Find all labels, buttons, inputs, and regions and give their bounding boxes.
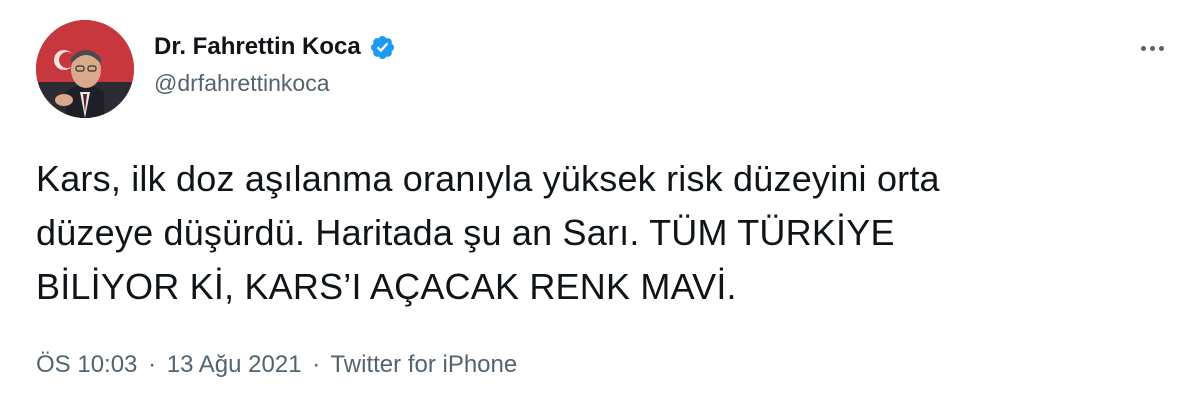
tweet-timestamp-date[interactable]: 13 Ağu 2021 [167, 351, 302, 378]
meta-separator: · [312, 351, 321, 378]
tweet-source[interactable]: Twitter for iPhone [330, 351, 517, 378]
verified-badge-icon [370, 35, 394, 59]
more-options-icon-dot [1149, 45, 1155, 51]
tweet-text-line: düzeye düşürdü. Haritada şu an Sarı. TÜM… [36, 212, 895, 253]
author-handle[interactable]: @drfahrettinkoca [154, 68, 396, 98]
more-options-icon-dot [1158, 45, 1164, 51]
tweet-card: Dr. Fahrettin Koca @drfahrettinkoca Kars… [0, 0, 1200, 410]
meta-separator: · [148, 351, 157, 378]
more-options-icon [1140, 45, 1146, 51]
tweet-meta: ÖS 10:03 · 13 Ağu 2021 · Twitter for iPh… [36, 350, 517, 380]
tweet-text-line: BİLİYOR Kİ, KARS’I AÇACAK RENK MAVİ. [36, 266, 737, 307]
tweet-text-line: Kars, ilk doz aşılanma oranıyla yüksek r… [36, 158, 940, 199]
more-options-button[interactable] [1132, 36, 1172, 60]
tweet-text: Kars, ilk doz aşılanma oranıyla yüksek r… [36, 152, 1166, 314]
tweet-header: Dr. Fahrettin Koca @drfahrettinkoca [154, 32, 396, 98]
author-name-row: Dr. Fahrettin Koca [154, 32, 396, 62]
avatar-image [36, 20, 134, 118]
author-name[interactable]: Dr. Fahrettin Koca [154, 32, 361, 62]
tweet-timestamp-time[interactable]: ÖS 10:03 [36, 351, 137, 378]
avatar[interactable] [36, 20, 134, 118]
